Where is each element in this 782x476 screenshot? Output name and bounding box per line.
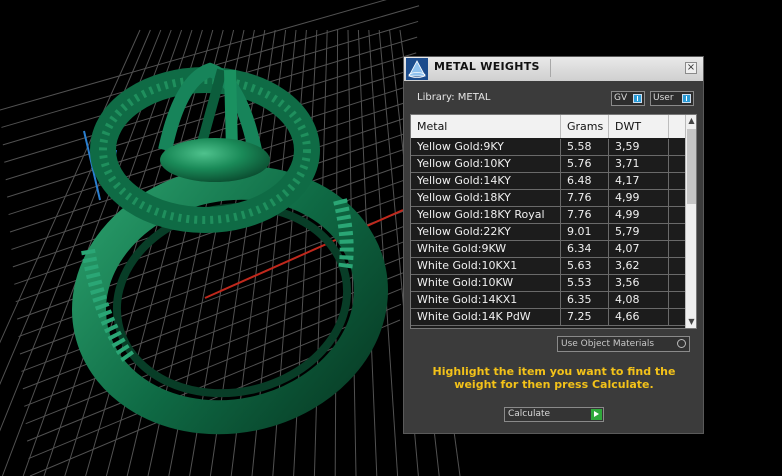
empty-cell bbox=[669, 309, 685, 325]
table-row[interactable]: White Gold:10KW 5.53 3,56 bbox=[411, 275, 685, 292]
empty-cell bbox=[669, 173, 685, 189]
title-drag-area[interactable] bbox=[550, 59, 681, 77]
dwt-cell: 3,62 bbox=[609, 258, 669, 274]
metal-cell: White Gold:10KW bbox=[411, 275, 561, 291]
dwt-cell: 4,08 bbox=[609, 292, 669, 308]
column-header-metal[interactable]: Metal bbox=[411, 115, 561, 138]
dwt-cell: 3,56 bbox=[609, 275, 669, 291]
scroll-down-icon[interactable]: ▼ bbox=[686, 316, 696, 328]
metal-cell: Yellow Gold:22KY bbox=[411, 224, 561, 240]
table-row[interactable]: Yellow Gold:18KY 7.76 4,99 bbox=[411, 190, 685, 207]
play-arrow-icon bbox=[591, 409, 602, 420]
empty-cell bbox=[669, 258, 685, 274]
dwt-cell: 5,79 bbox=[609, 224, 669, 240]
radio-icon bbox=[677, 339, 686, 348]
empty-cell bbox=[669, 241, 685, 257]
app-logo-icon bbox=[406, 58, 428, 80]
dwt-cell: 3,59 bbox=[609, 139, 669, 155]
table-body: Yellow Gold:9KY 5.58 3,59 Yellow Gold:10KY 5… bbox=[411, 139, 685, 328]
grams-cell: 6.34 bbox=[561, 241, 609, 257]
grams-cell: 5.58 bbox=[561, 139, 609, 155]
metal-cell: White Gold:14KX1 bbox=[411, 292, 561, 308]
user-toggle-label: User bbox=[653, 93, 674, 103]
metal-cell: White Gold:9KW bbox=[411, 241, 561, 257]
grams-cell: 5.63 bbox=[561, 258, 609, 274]
table-row[interactable]: Yellow Gold:18KY Royal 7.76 4,99 bbox=[411, 207, 685, 224]
user-toggle[interactable]: User bbox=[650, 91, 694, 106]
panel-titlebar[interactable]: METAL WEIGHTS × bbox=[404, 57, 703, 81]
table-row[interactable]: Yellow Gold:22KY 9.01 5,79 bbox=[411, 224, 685, 241]
empty-cell bbox=[669, 190, 685, 206]
user-indicator-icon bbox=[682, 94, 691, 103]
instruction-text: Highlight the item you want to find the … bbox=[432, 365, 676, 391]
table-scrollbar[interactable]: ▲ ▼ bbox=[685, 115, 696, 328]
metal-cell: Yellow Gold:18KY Royal bbox=[411, 207, 561, 223]
table-row[interactable]: Yellow Gold:9KY 5.58 3,59 bbox=[411, 139, 685, 156]
table-row[interactable]: Yellow Gold:14KY 6.48 4,17 bbox=[411, 173, 685, 190]
calculate-label: Calculate bbox=[508, 409, 551, 419]
grams-cell: 5.76 bbox=[561, 156, 609, 172]
use-object-materials-toggle[interactable]: Use Object Materials bbox=[557, 336, 690, 352]
empty-cell bbox=[669, 156, 685, 172]
table-row[interactable]: White Gold:14K PdW 7.25 4,66 bbox=[411, 309, 685, 326]
metal-cell: White Gold:14K PdW bbox=[411, 309, 561, 325]
metal-cell: White Gold:10KX1 bbox=[411, 258, 561, 274]
gv-toggle-label: GV bbox=[614, 93, 628, 103]
empty-cell bbox=[669, 207, 685, 223]
metal-cell: Yellow Gold:14KY bbox=[411, 173, 561, 189]
grams-cell: 6.48 bbox=[561, 173, 609, 189]
metal-cell: Yellow Gold:10KY bbox=[411, 156, 561, 172]
dwt-cell: 4,17 bbox=[609, 173, 669, 189]
calculate-button[interactable]: Calculate bbox=[504, 407, 604, 422]
grams-cell: 6.35 bbox=[561, 292, 609, 308]
gv-indicator-icon bbox=[633, 94, 642, 103]
use-object-materials-label: Use Object Materials bbox=[561, 339, 655, 349]
empty-cell bbox=[669, 139, 685, 155]
empty-cell bbox=[669, 292, 685, 308]
column-header-grams[interactable]: Grams bbox=[561, 115, 609, 138]
empty-cell bbox=[669, 224, 685, 240]
dwt-cell: 4,07 bbox=[609, 241, 669, 257]
table-row[interactable]: White Gold:9KW 6.34 4,07 bbox=[411, 241, 685, 258]
dwt-cell: 4,99 bbox=[609, 190, 669, 206]
metal-cell: Yellow Gold:18KY bbox=[411, 190, 561, 206]
panel-title: METAL WEIGHTS bbox=[434, 60, 540, 73]
grams-cell: 5.53 bbox=[561, 275, 609, 291]
table-row[interactable]: Yellow Gold:10KY 5.76 3,71 bbox=[411, 156, 685, 173]
dwt-cell: 4,66 bbox=[609, 309, 669, 325]
grams-cell: 9.01 bbox=[561, 224, 609, 240]
column-header-dwt[interactable]: DWT bbox=[609, 115, 669, 138]
metal-table: Metal Grams DWT Yellow Gold:9KY 5.58 3,59 Y… bbox=[410, 114, 697, 329]
table-header: Metal Grams DWT bbox=[411, 115, 685, 138]
grams-cell: 7.76 bbox=[561, 190, 609, 206]
empty-cell bbox=[669, 275, 685, 291]
dwt-cell: 3,71 bbox=[609, 156, 669, 172]
library-label: Library: METAL bbox=[417, 92, 491, 103]
gv-toggle[interactable]: GV bbox=[611, 91, 645, 106]
table-row[interactable]: White Gold:14KX1 6.35 4,08 bbox=[411, 292, 685, 309]
grams-cell: 7.76 bbox=[561, 207, 609, 223]
metal-weights-panel: METAL WEIGHTS × Library: METAL GV User M… bbox=[403, 56, 704, 434]
scroll-up-icon[interactable]: ▲ bbox=[686, 115, 696, 127]
grams-cell: 7.25 bbox=[561, 309, 609, 325]
ring-model[interactable] bbox=[67, 62, 393, 443]
scroll-thumb[interactable] bbox=[687, 129, 696, 204]
table-row[interactable]: White Gold:10KX1 5.63 3,62 bbox=[411, 258, 685, 275]
dwt-cell: 4,99 bbox=[609, 207, 669, 223]
close-button[interactable]: × bbox=[685, 62, 697, 74]
metal-cell: Yellow Gold:9KY bbox=[411, 139, 561, 155]
grid-line bbox=[313, 29, 328, 476]
